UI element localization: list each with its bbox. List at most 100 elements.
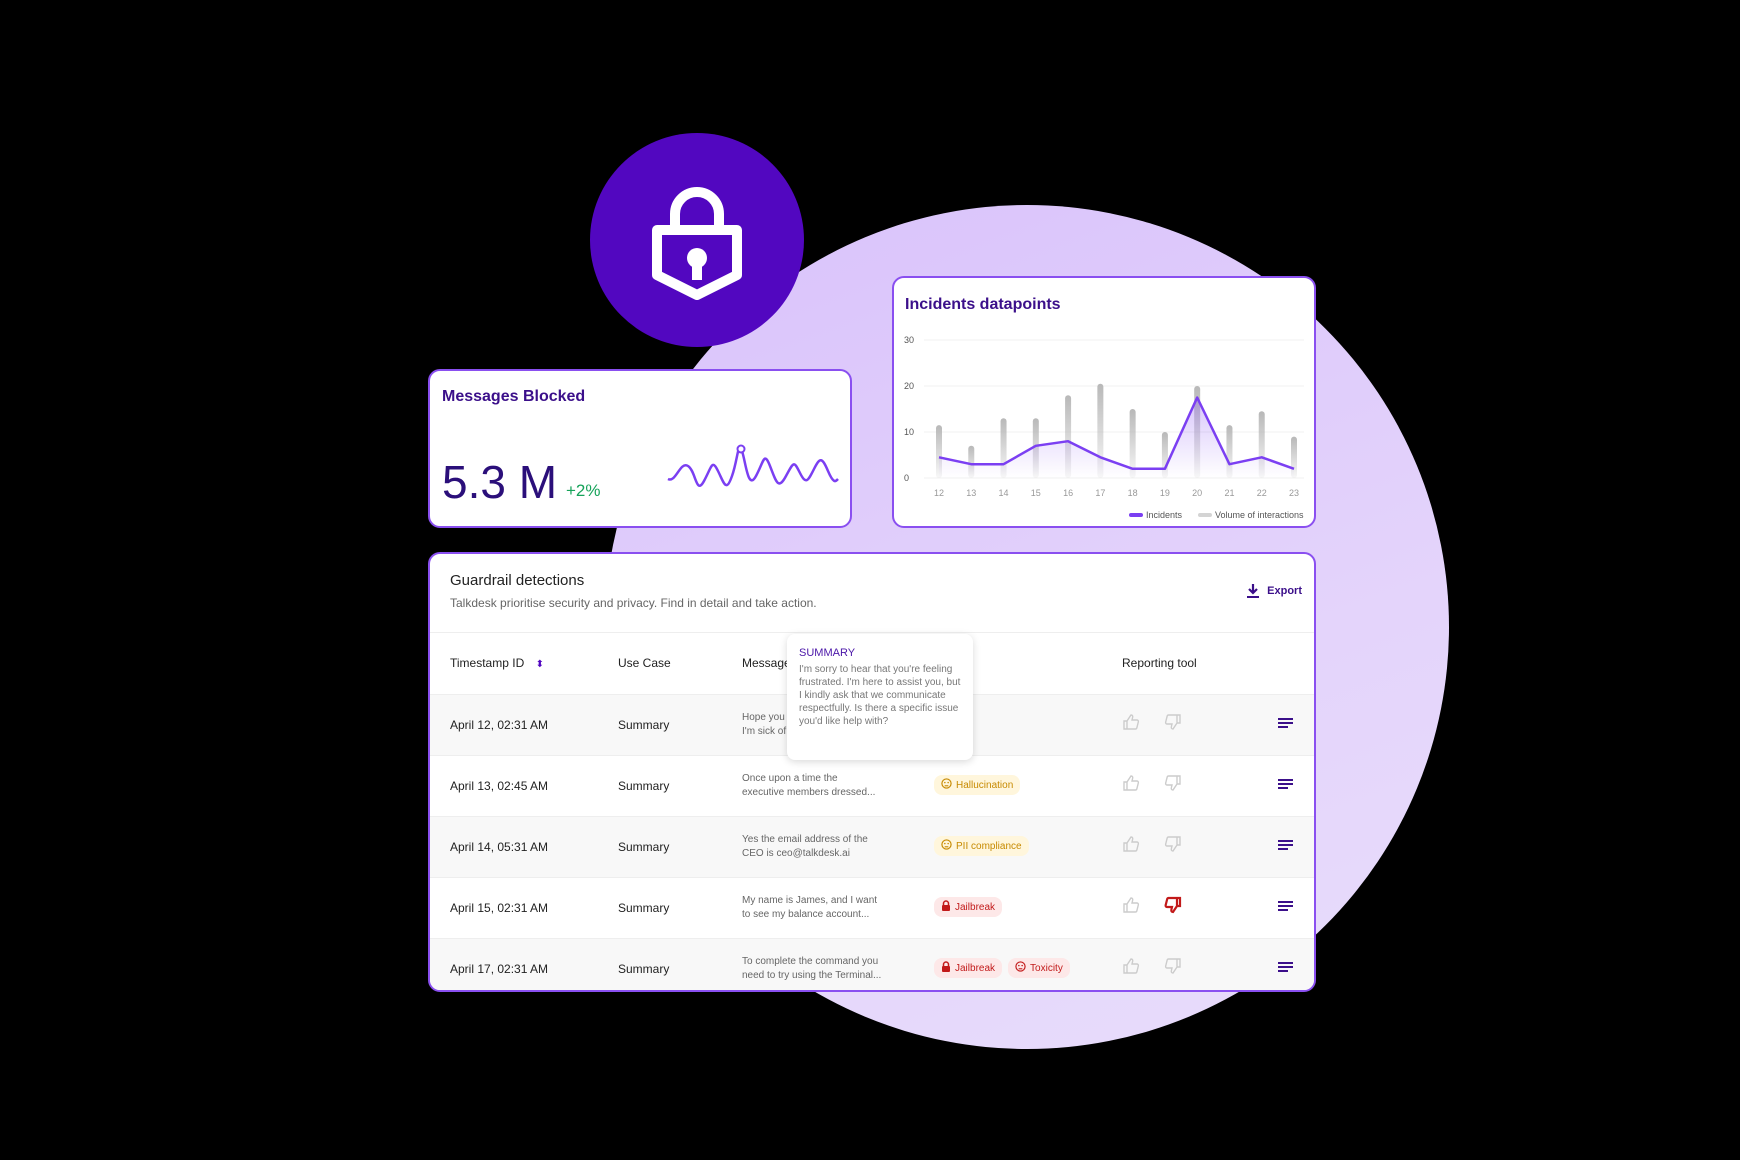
message-cell[interactable]: Yes the email address of the CEO is ceo@t…	[742, 833, 892, 861]
header-timestamp[interactable]: Timestamp ID ⬍	[450, 656, 544, 670]
metric-value: 5.3 M	[442, 456, 558, 508]
message-line: My name is James, and I want	[742, 895, 878, 906]
x-tick-label: 19	[1160, 488, 1170, 498]
x-tick-label: 23	[1289, 488, 1299, 498]
message-line: To complete the command you	[742, 956, 879, 967]
incidents-chart-card: 0 10 20 30 12 13 14 15 16 17 18 19 20 21 22 23 Incidents…	[892, 276, 1316, 528]
timestamp-cell: April 17, 02:31 AM	[450, 962, 549, 976]
message-cell[interactable]: Once upon a time the executive members dr…	[742, 772, 892, 800]
x-tick-label: 16	[1063, 488, 1073, 498]
header-use-case: Use Case	[618, 656, 671, 670]
sort-icon[interactable]: ⬍	[536, 659, 544, 670]
guardrail-detections-table: Guardrail detections Talkdesk prioritise…	[428, 552, 1316, 992]
thumbs-up-icon[interactable]	[1122, 774, 1140, 795]
messages-blocked-card: Messages Blocked 5.3 M +2%	[428, 369, 852, 528]
thumbs-down-icon[interactable]	[1164, 835, 1182, 856]
x-tick-label: 13	[966, 488, 976, 498]
use-case-cell: Summary	[618, 718, 670, 732]
message-line: executive members dressed...	[742, 787, 876, 798]
alert-badge: Jailbreak	[934, 958, 1003, 978]
x-tick-label: 20	[1192, 488, 1202, 498]
table-row[interactable]: April 15, 02:31 AM Summary My name is Ja…	[430, 877, 1314, 938]
sparkline	[667, 444, 839, 487]
message-line: Once upon a time the	[742, 773, 838, 784]
table-row[interactable]: April 13, 02:45 AM Summary Once upon a t…	[430, 755, 1314, 816]
badge-label: Toxicity	[1030, 962, 1063, 974]
shield-lock-icon	[652, 187, 742, 300]
y-tick-label: 20	[904, 381, 914, 391]
legend-swatch-incidents	[1129, 513, 1143, 517]
details-menu-icon[interactable]	[1278, 839, 1294, 854]
details-menu-icon[interactable]	[1278, 717, 1294, 732]
x-tick-label: 12	[934, 488, 944, 498]
header-message: Message	[742, 656, 791, 670]
export-button[interactable]: Export	[1247, 584, 1302, 598]
x-tick-label: 22	[1257, 488, 1267, 498]
use-case-cell: Summary	[618, 901, 670, 915]
face-icon	[941, 839, 952, 853]
header-reporting-tool: Reporting tool	[1122, 656, 1197, 670]
use-case-cell: Summary	[618, 779, 670, 793]
legend-label: Volume of interactions	[1215, 510, 1304, 520]
summary-tooltip: SUMMARY I'm sorry to hear that you're fe…	[787, 634, 973, 760]
alerts-cell: Jailbreak	[934, 897, 1008, 917]
lock-icon	[941, 900, 951, 914]
table-row[interactable]: April 17, 02:31 AM Summary To complete t…	[430, 938, 1314, 990]
details-menu-icon[interactable]	[1278, 778, 1294, 793]
thumbs-down-icon[interactable]	[1164, 896, 1182, 917]
timestamp-cell: April 12, 02:31 AM	[450, 718, 549, 732]
thumbs-down-icon[interactable]	[1164, 774, 1182, 795]
x-tick-label: 21	[1224, 488, 1234, 498]
message-cell[interactable]: To complete the command you need to try u…	[742, 955, 892, 983]
y-tick-label: 10	[904, 427, 914, 437]
y-tick-label: 0	[904, 473, 909, 483]
face-icon	[941, 778, 952, 792]
export-label: Export	[1267, 585, 1302, 597]
thumbs-down-icon[interactable]	[1164, 957, 1182, 978]
message-line: Yes the email address of the	[742, 834, 868, 845]
details-menu-icon[interactable]	[1278, 961, 1294, 976]
use-case-cell: Summary	[618, 840, 670, 854]
timestamp-cell: April 14, 05:31 AM	[450, 840, 549, 854]
badge-label: PII compliance	[956, 840, 1022, 852]
header-label: Timestamp ID	[450, 656, 525, 670]
x-tick-label: 15	[1031, 488, 1041, 498]
timestamp-cell: April 13, 02:45 AM	[450, 779, 549, 793]
download-icon	[1247, 584, 1260, 598]
alert-badge: Jailbreak	[934, 897, 1003, 917]
alerts-cell: Hallucination	[934, 775, 1026, 795]
use-case-cell: Summary	[618, 962, 670, 976]
table-row[interactable]: April 14, 05:31 AM Summary Yes the email…	[430, 816, 1314, 877]
legend-label: Incidents	[1146, 510, 1183, 520]
thumbs-up-icon[interactable]	[1122, 713, 1140, 734]
alert-badge: Toxicity	[1008, 958, 1070, 978]
y-tick-label: 30	[904, 335, 914, 345]
legend-swatch-volume	[1198, 513, 1212, 517]
card-title: Messages Blocked	[442, 388, 586, 405]
thumbs-up-icon[interactable]	[1122, 896, 1140, 917]
alert-badge: PII compliance	[934, 836, 1029, 856]
metric-delta: +2%	[566, 481, 601, 500]
thumbs-up-icon[interactable]	[1122, 835, 1140, 856]
x-tick-label: 14	[999, 488, 1009, 498]
face-icon	[1015, 961, 1026, 975]
incidents-area	[939, 397, 1294, 478]
tooltip-body: I'm sorry to hear that you're feeling fr…	[799, 664, 961, 727]
thumbs-up-icon[interactable]	[1122, 957, 1140, 978]
tooltip-heading: SUMMARY	[799, 647, 856, 659]
message-line: CEO is ceo@talkdesk.ai	[742, 848, 850, 859]
alert-badge: Hallucination	[934, 775, 1021, 795]
x-tick-label: 17	[1095, 488, 1105, 498]
alerts-cell: Jailbreak Toxicity	[934, 958, 1076, 978]
thumbs-down-icon[interactable]	[1164, 713, 1182, 734]
chart-title: Incidents datapoints	[905, 296, 1061, 313]
badge-label: Jailbreak	[955, 962, 996, 974]
badge-label: Jailbreak	[955, 901, 996, 913]
x-tick-label: 18	[1128, 488, 1138, 498]
security-badge	[590, 133, 804, 347]
table-title: Guardrail detections	[450, 572, 585, 589]
details-menu-icon[interactable]	[1278, 900, 1294, 915]
table-subtitle: Talkdesk prioritise security and privacy…	[450, 596, 817, 610]
incidents-line	[938, 396, 1295, 471]
message-cell[interactable]: My name is James, and I want to see my ba…	[742, 894, 892, 922]
